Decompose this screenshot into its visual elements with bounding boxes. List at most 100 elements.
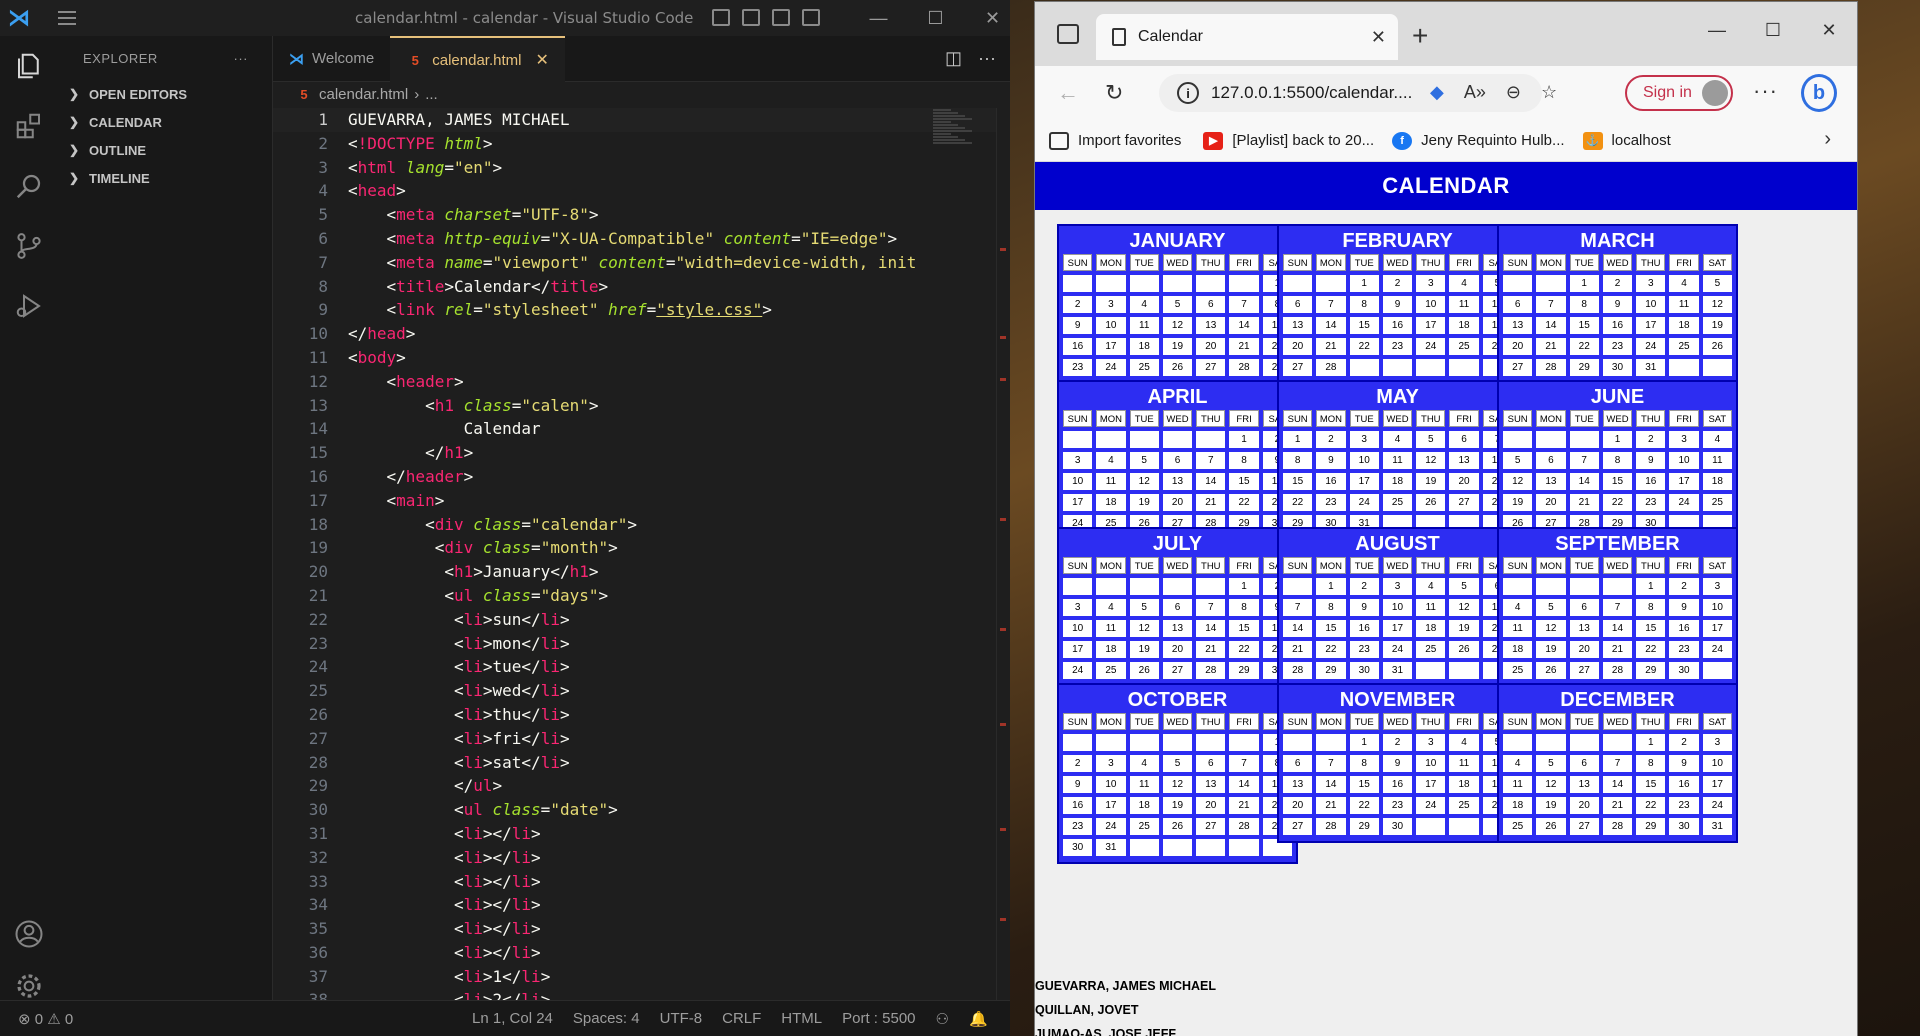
code-line[interactable]: 8 <title>Calendar</title> xyxy=(273,275,1010,299)
more-actions-icon[interactable]: ··· xyxy=(234,51,249,66)
code-line[interactable]: 5 <meta charset="UTF-8"> xyxy=(273,203,1010,227)
code-line[interactable]: 16 </header> xyxy=(273,465,1010,489)
code-line[interactable]: 35 <li></li> xyxy=(273,917,1010,941)
code-line[interactable]: 26 <li>thu</li> xyxy=(273,703,1010,727)
explorer-icon[interactable] xyxy=(0,36,57,96)
refresh-icon[interactable]: ↻ xyxy=(1105,80,1123,106)
date-cell: 23 xyxy=(1382,338,1413,355)
code-line[interactable]: 34 <li></li> xyxy=(273,893,1010,917)
favorite-import[interactable]: Import favorites xyxy=(1049,131,1181,150)
sign-in-button[interactable]: Sign in xyxy=(1625,75,1733,111)
code-line[interactable]: 13 <h1 class="calen"> xyxy=(273,394,1010,418)
indentation[interactable]: Spaces: 4 xyxy=(573,1010,640,1028)
code-line[interactable]: 21 <ul class="days"> xyxy=(273,584,1010,608)
coupon-tag-icon[interactable]: ◆ xyxy=(1430,82,1444,103)
section-timeline[interactable]: ❯ TIMELINE xyxy=(57,164,272,192)
source-control-icon[interactable] xyxy=(0,216,57,276)
minimize-button[interactable]: — xyxy=(850,0,907,36)
account-icon[interactable] xyxy=(0,904,57,964)
minimap[interactable] xyxy=(933,108,983,1000)
encoding[interactable]: UTF-8 xyxy=(660,1010,703,1028)
chevron-right-icon[interactable]: › xyxy=(1824,128,1831,151)
code-line[interactable]: 29 </ul> xyxy=(273,774,1010,798)
new-tab-icon[interactable]: + xyxy=(1412,20,1428,52)
code-line[interactable]: 2 <!DOCTYPE html> xyxy=(273,132,1010,156)
browser-tab-calendar[interactable]: Calendar ✕ xyxy=(1096,14,1398,60)
site-info-icon[interactable]: i xyxy=(1177,82,1199,104)
favorite-localhost[interactable]: ⚓ localhost xyxy=(1582,131,1671,150)
bing-copilot-icon[interactable]: b xyxy=(1801,74,1837,112)
notifications-bell-icon[interactable]: 🔔 xyxy=(969,1010,988,1028)
language-mode[interactable]: HTML xyxy=(781,1010,822,1028)
code-line[interactable]: 9 <link rel="stylesheet" href="style.css… xyxy=(273,298,1010,322)
code-line[interactable]: 6 <meta http-equiv="X-UA-Compatible" con… xyxy=(273,227,1010,251)
close-tab-icon[interactable]: ✕ xyxy=(535,50,548,70)
toggle-panel-icon[interactable] xyxy=(742,9,760,26)
tab-actions-icon[interactable] xyxy=(1057,24,1079,44)
minimize-button[interactable]: — xyxy=(1689,2,1745,58)
code-line[interactable]: 17 <main> xyxy=(273,489,1010,513)
section-calendar[interactable]: ❯ CALENDAR xyxy=(57,108,272,136)
author-name: JUMAO-AS, JOSE JEFF xyxy=(1035,1027,1176,1036)
code-line[interactable]: 25 <li>wed</li> xyxy=(273,679,1010,703)
problems-indicator[interactable]: ⊗ 0 ⚠ 0 xyxy=(0,1010,73,1028)
code-line[interactable]: 22 <li>sun</li> xyxy=(273,608,1010,632)
more-actions-icon[interactable]: ··· xyxy=(978,48,996,69)
code-line[interactable]: 36 <li></li> xyxy=(273,941,1010,965)
breadcrumb-file[interactable]: calendar.html xyxy=(319,86,408,103)
code-editor[interactable]: 1 GUEVARRA, JAMES MICHAEL 2 <!DOCTYPE html>… xyxy=(273,108,1010,1000)
read-aloud-icon[interactable]: A» xyxy=(1464,82,1486,103)
split-editor-icon[interactable]: ◫ xyxy=(945,48,962,69)
code-line[interactable]: 1 GUEVARRA, JAMES MICHAEL xyxy=(273,108,1010,132)
code-line[interactable]: 7 <meta name="viewport" content="width=d… xyxy=(273,251,1010,275)
accounts-icon[interactable]: ⚇ xyxy=(936,1010,949,1028)
code-line[interactable]: 19 <div class="month"> xyxy=(273,536,1010,560)
line-ending[interactable]: CRLF xyxy=(722,1010,761,1028)
editor-scrollbar[interactable] xyxy=(996,108,1010,1000)
extensions-icon[interactable] xyxy=(0,96,57,156)
code-line[interactable]: 20 <h1>January</h1> xyxy=(273,560,1010,584)
menu-icon[interactable] xyxy=(38,0,76,36)
breadcrumb-symbol[interactable]: ... xyxy=(425,86,438,103)
tab-calendar-html[interactable]: 5 calendar.html ✕ xyxy=(390,36,565,83)
code-line[interactable]: 27 <li>fri</li> xyxy=(273,727,1010,751)
code-line[interactable]: 28 <li>sat</li> xyxy=(273,751,1010,775)
toggle-primary-sidebar-icon[interactable] xyxy=(712,9,730,26)
live-server-port[interactable]: Port : 5500 xyxy=(842,1010,915,1028)
close-tab-icon[interactable]: ✕ xyxy=(1371,27,1386,48)
close-button[interactable]: ✕ xyxy=(964,0,1010,36)
code-line[interactable]: 14 Calendar xyxy=(273,417,1010,441)
toggle-secondary-sidebar-icon[interactable] xyxy=(772,9,790,26)
settings-more-icon[interactable]: ··· xyxy=(1753,78,1778,104)
cursor-position[interactable]: Ln 1, Col 24 xyxy=(472,1010,553,1028)
code-line[interactable]: 32 <li></li> xyxy=(273,846,1010,870)
add-favorite-icon[interactable]: ☆ xyxy=(1541,82,1557,103)
code-line[interactable]: 11 <body> xyxy=(273,346,1010,370)
code-line[interactable]: 24 <li>tue</li> xyxy=(273,655,1010,679)
code-line[interactable]: 33 <li></li> xyxy=(273,870,1010,894)
favorite-facebook[interactable]: f Jeny Requinto Hulb... xyxy=(1392,131,1565,150)
maximize-button[interactable]: ☐ xyxy=(1745,2,1801,58)
maximize-button[interactable]: ☐ xyxy=(907,0,964,36)
customize-layout-icon[interactable] xyxy=(802,9,820,26)
code-line[interactable]: 18 <div class="calendar"> xyxy=(273,513,1010,537)
section-outline[interactable]: ❯ OUTLINE xyxy=(57,136,272,164)
code-line[interactable]: 12 <header> xyxy=(273,370,1010,394)
code-line[interactable]: 10 </head> xyxy=(273,322,1010,346)
code-line[interactable]: 4 <head> xyxy=(273,179,1010,203)
zoom-icon[interactable]: ⊖ xyxy=(1506,82,1521,103)
favorite-youtube[interactable]: ▶ [Playlist] back to 20... xyxy=(1203,131,1374,150)
close-button[interactable]: ✕ xyxy=(1801,2,1857,58)
back-arrow-icon[interactable]: ← xyxy=(1057,80,1079,106)
run-debug-icon[interactable] xyxy=(0,276,57,336)
code-line[interactable]: 15 </h1> xyxy=(273,441,1010,465)
search-icon[interactable] xyxy=(0,156,57,216)
code-line[interactable]: 38 <li>2</li> xyxy=(273,988,1010,1000)
tab-welcome[interactable]: ⋊ Welcome xyxy=(273,36,390,81)
code-line[interactable]: 30 <ul class="date"> xyxy=(273,798,1010,822)
code-line[interactable]: 31 <li></li> xyxy=(273,822,1010,846)
section-open-editors[interactable]: ❯ OPEN EDITORS xyxy=(57,80,272,108)
code-line[interactable]: 37 <li>1</li> xyxy=(273,965,1010,989)
code-line[interactable]: 23 <li>mon</li> xyxy=(273,632,1010,656)
code-line[interactable]: 3 <html lang="en"> xyxy=(273,156,1010,180)
